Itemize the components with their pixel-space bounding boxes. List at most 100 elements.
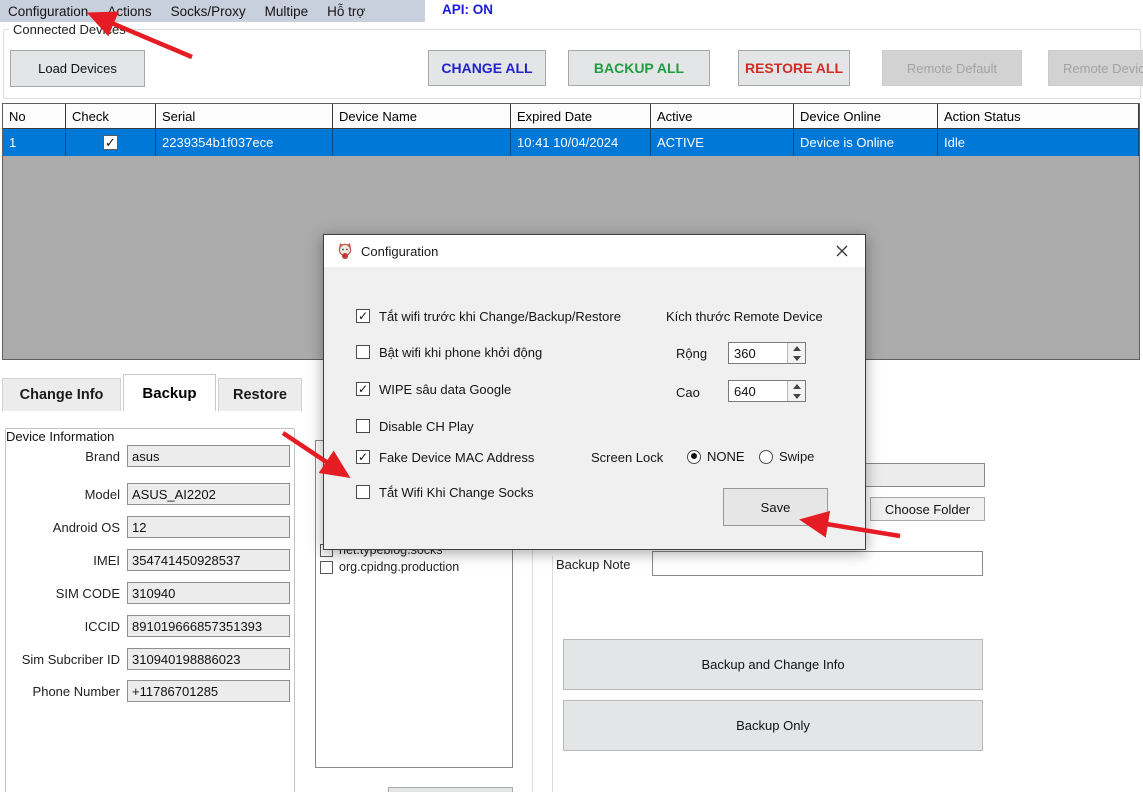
sim-code-label: SIM CODE: [0, 586, 120, 601]
col-header-action-status[interactable]: Action Status: [938, 104, 1139, 128]
option-label: Disable CH Play: [379, 419, 474, 434]
width-spinner[interactable]: 360: [728, 342, 806, 364]
phone-number-field[interactable]: +11786701285: [127, 680, 290, 702]
menu-configuration[interactable]: Configuration: [8, 4, 88, 19]
backup-all-button[interactable]: BACKUP ALL: [568, 50, 710, 86]
backup-and-change-info-button[interactable]: Backup and Change Info: [563, 639, 983, 690]
imei-label: IMEI: [0, 553, 120, 568]
spin-up-icon[interactable]: [788, 343, 805, 353]
col-header-expired-date[interactable]: Expired Date: [511, 104, 651, 128]
menu-actions[interactable]: Actions: [107, 4, 151, 19]
cell-active: ACTIVE: [651, 129, 794, 156]
wifi-on-boot-checkbox[interactable]: [356, 345, 370, 359]
imei-field[interactable]: 354741450928537: [127, 549, 290, 571]
backup-folder-field[interactable]: [860, 463, 985, 487]
col-header-active[interactable]: Active: [651, 104, 794, 128]
disable-ch-play-checkbox[interactable]: [356, 419, 370, 433]
col-header-device-online[interactable]: Device Online: [794, 104, 938, 128]
height-spinner[interactable]: 640: [728, 380, 806, 402]
tab-restore[interactable]: Restore: [218, 378, 302, 411]
backup-note-input[interactable]: [652, 551, 983, 576]
option-row[interactable]: Tắt Wifi Khi Change Socks: [356, 484, 534, 500]
wifi-off-change-socks-checkbox[interactable]: [356, 485, 370, 499]
col-header-check[interactable]: Check: [66, 104, 156, 128]
iccid-label: ICCID: [0, 619, 120, 634]
menu-ho-tro[interactable]: Hỗ trợ: [327, 4, 365, 19]
dialog-title: Configuration: [361, 244, 438, 259]
menu-multipe[interactable]: Multipe: [265, 4, 309, 19]
cell-device-name: [333, 129, 511, 156]
change-all-button[interactable]: CHANGE ALL: [428, 50, 546, 86]
cell-expired-date: 10:41 10/04/2024: [511, 129, 651, 156]
android-os-field[interactable]: 12: [127, 516, 290, 538]
model-field[interactable]: ASUS_AI2202: [127, 483, 290, 505]
radio-none[interactable]: [687, 450, 701, 464]
panel-divider: [552, 556, 553, 792]
cell-serial: 2239354b1f037ece: [156, 129, 333, 156]
height-value[interactable]: 640: [729, 381, 787, 401]
screen-lock-none-option[interactable]: NONE: [687, 449, 745, 464]
choose-folder-button[interactable]: Choose Folder: [870, 497, 985, 521]
save-button[interactable]: Save: [723, 488, 828, 526]
cell-no: 1: [3, 129, 66, 156]
radio-swipe[interactable]: [759, 450, 773, 464]
brand-field[interactable]: asus: [127, 445, 290, 467]
phone-number-label: Phone Number: [0, 684, 120, 699]
app-item-label: org.cpidng.production: [339, 560, 459, 574]
android-os-label: Android OS: [0, 520, 120, 535]
spin-up-icon[interactable]: [788, 381, 805, 391]
cell-device-online: Device is Online: [794, 129, 938, 156]
clipped-bottom-button[interactable]: [388, 787, 513, 792]
option-label: Tắt Wifi Khi Change Socks: [379, 485, 534, 500]
menu-socks-proxy[interactable]: Socks/Proxy: [171, 4, 246, 19]
width-value[interactable]: 360: [729, 343, 787, 363]
menu-bar: Configuration Actions Socks/Proxy Multip…: [0, 0, 425, 22]
width-label: Rộng: [676, 346, 707, 361]
grid-header-row: No Check Serial Device Name Expired Date…: [3, 104, 1139, 129]
dialog-titlebar[interactable]: Configuration: [324, 235, 865, 267]
app-window: Configuration Actions Socks/Proxy Multip…: [0, 0, 1143, 792]
close-icon[interactable]: [827, 240, 857, 262]
connected-devices-label: Connected Devices: [9, 22, 130, 37]
wipe-google-checkbox[interactable]: [356, 382, 370, 396]
device-row[interactable]: 1 2239354b1f037ece 10:41 10/04/2024 ACTI…: [3, 129, 1139, 156]
option-label: Fake Device MAC Address: [379, 450, 534, 465]
option-label: WIPE sâu data Google: [379, 382, 511, 397]
brand-label: Brand: [0, 449, 120, 464]
backup-only-button[interactable]: Backup Only: [563, 700, 983, 751]
option-row[interactable]: Tắt wifi trước khi Change/Backup/Restore: [356, 308, 621, 324]
fake-mac-checkbox[interactable]: [356, 450, 370, 464]
option-label: Tắt wifi trước khi Change/Backup/Restore: [379, 309, 621, 324]
screen-lock-swipe-option[interactable]: Swipe: [759, 449, 814, 464]
spin-down-icon[interactable]: [788, 391, 805, 401]
option-row[interactable]: WIPE sâu data Google: [356, 381, 511, 397]
iccid-field[interactable]: 891019666857351393: [127, 615, 290, 637]
option-label: Bật wifi khi phone khởi động: [379, 345, 542, 360]
sim-code-field[interactable]: 310940: [127, 582, 290, 604]
list-item[interactable]: org.cpidng.production: [320, 560, 459, 574]
tab-backup[interactable]: Backup: [123, 374, 216, 411]
load-devices-button[interactable]: Load Devices: [10, 50, 145, 87]
screen-lock-label: Screen Lock: [591, 450, 663, 465]
col-header-serial[interactable]: Serial: [156, 104, 333, 128]
backup-note-label: Backup Note: [556, 557, 626, 572]
col-header-device-name[interactable]: Device Name: [333, 104, 511, 128]
spin-down-icon[interactable]: [788, 353, 805, 363]
col-header-no[interactable]: No: [3, 104, 66, 128]
remote-devices-button: Remote Devices: [1048, 50, 1143, 86]
remote-size-title: Kích thước Remote Device: [666, 309, 823, 324]
device-row-checkbox[interactable]: [103, 135, 118, 150]
device-information-label: Device Information: [6, 429, 114, 444]
wifi-off-before-checkbox[interactable]: [356, 309, 370, 323]
tab-change-info[interactable]: Change Info: [2, 378, 121, 411]
option-row[interactable]: Fake Device MAC Address: [356, 449, 534, 465]
option-row[interactable]: Bật wifi khi phone khởi động: [356, 344, 542, 360]
remote-default-button: Remote Default: [882, 50, 1022, 86]
app-checkbox[interactable]: [320, 561, 333, 574]
cell-action-status: Idle: [938, 129, 1139, 156]
sim-subcriber-field[interactable]: 310940198886023: [127, 648, 290, 670]
option-row[interactable]: Disable CH Play: [356, 418, 474, 434]
restore-all-button[interactable]: RESTORE ALL: [738, 50, 850, 86]
cell-check: [66, 129, 156, 156]
sim-subcriber-label: Sim Subcriber ID: [0, 652, 120, 667]
